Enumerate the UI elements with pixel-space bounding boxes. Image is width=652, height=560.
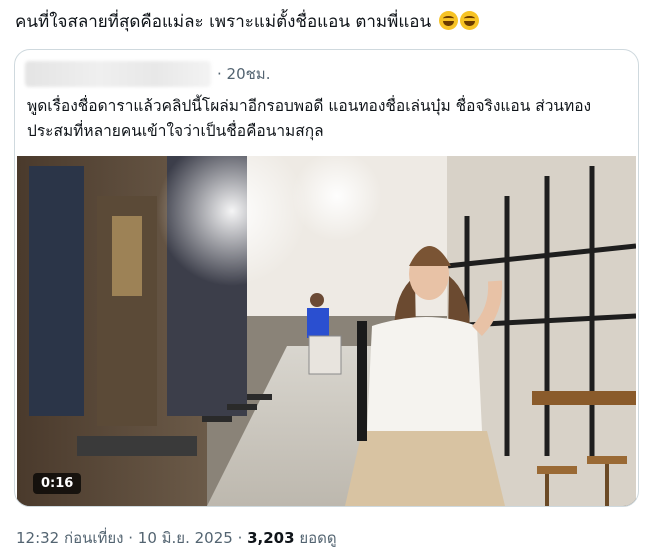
quoted-post-header: · 20ชม.: [25, 61, 270, 87]
post-text: คนที่ใจสลายที่สุดคือแม่ละ เพราะแม่ตั้งชื…: [15, 10, 479, 34]
quoted-post-card[interactable]: · 20ชม. พูดเรื่องชื่อดาราแล้วคลิปนี้โผล่…: [14, 49, 639, 507]
video-frame: [17, 156, 636, 506]
rofl-emoji-icon: [459, 11, 479, 30]
post-date[interactable]: 10 มิ.ย. 2025: [138, 529, 233, 547]
video-duration: 0:16: [33, 473, 82, 494]
view-count: 3,203: [247, 529, 295, 547]
post-text-content: คนที่ใจสลายที่สุดคือแม่ละ เพราะแม่ตั้งชื…: [15, 12, 432, 32]
rofl-emoji-icon: [438, 11, 458, 30]
quoted-post-time: · 20ชม.: [217, 65, 271, 83]
post-time[interactable]: 12:32 ก่อนเที่ยง: [16, 529, 123, 547]
views-label: ยอดดู: [294, 529, 337, 547]
quoted-post-text: พูดเรื่องชื่อดาราแล้วคลิปนี้โผล่มาอีกรอบ…: [27, 97, 592, 140]
blurred-author-name: [25, 61, 211, 87]
post-meta: 12:32 ก่อนเที่ยง · 10 มิ.ย. 2025 · 3,203…: [16, 526, 337, 550]
meta-separator: ·: [123, 529, 138, 547]
video-player[interactable]: 0:16: [17, 156, 636, 506]
meta-separator: ·: [232, 529, 248, 547]
